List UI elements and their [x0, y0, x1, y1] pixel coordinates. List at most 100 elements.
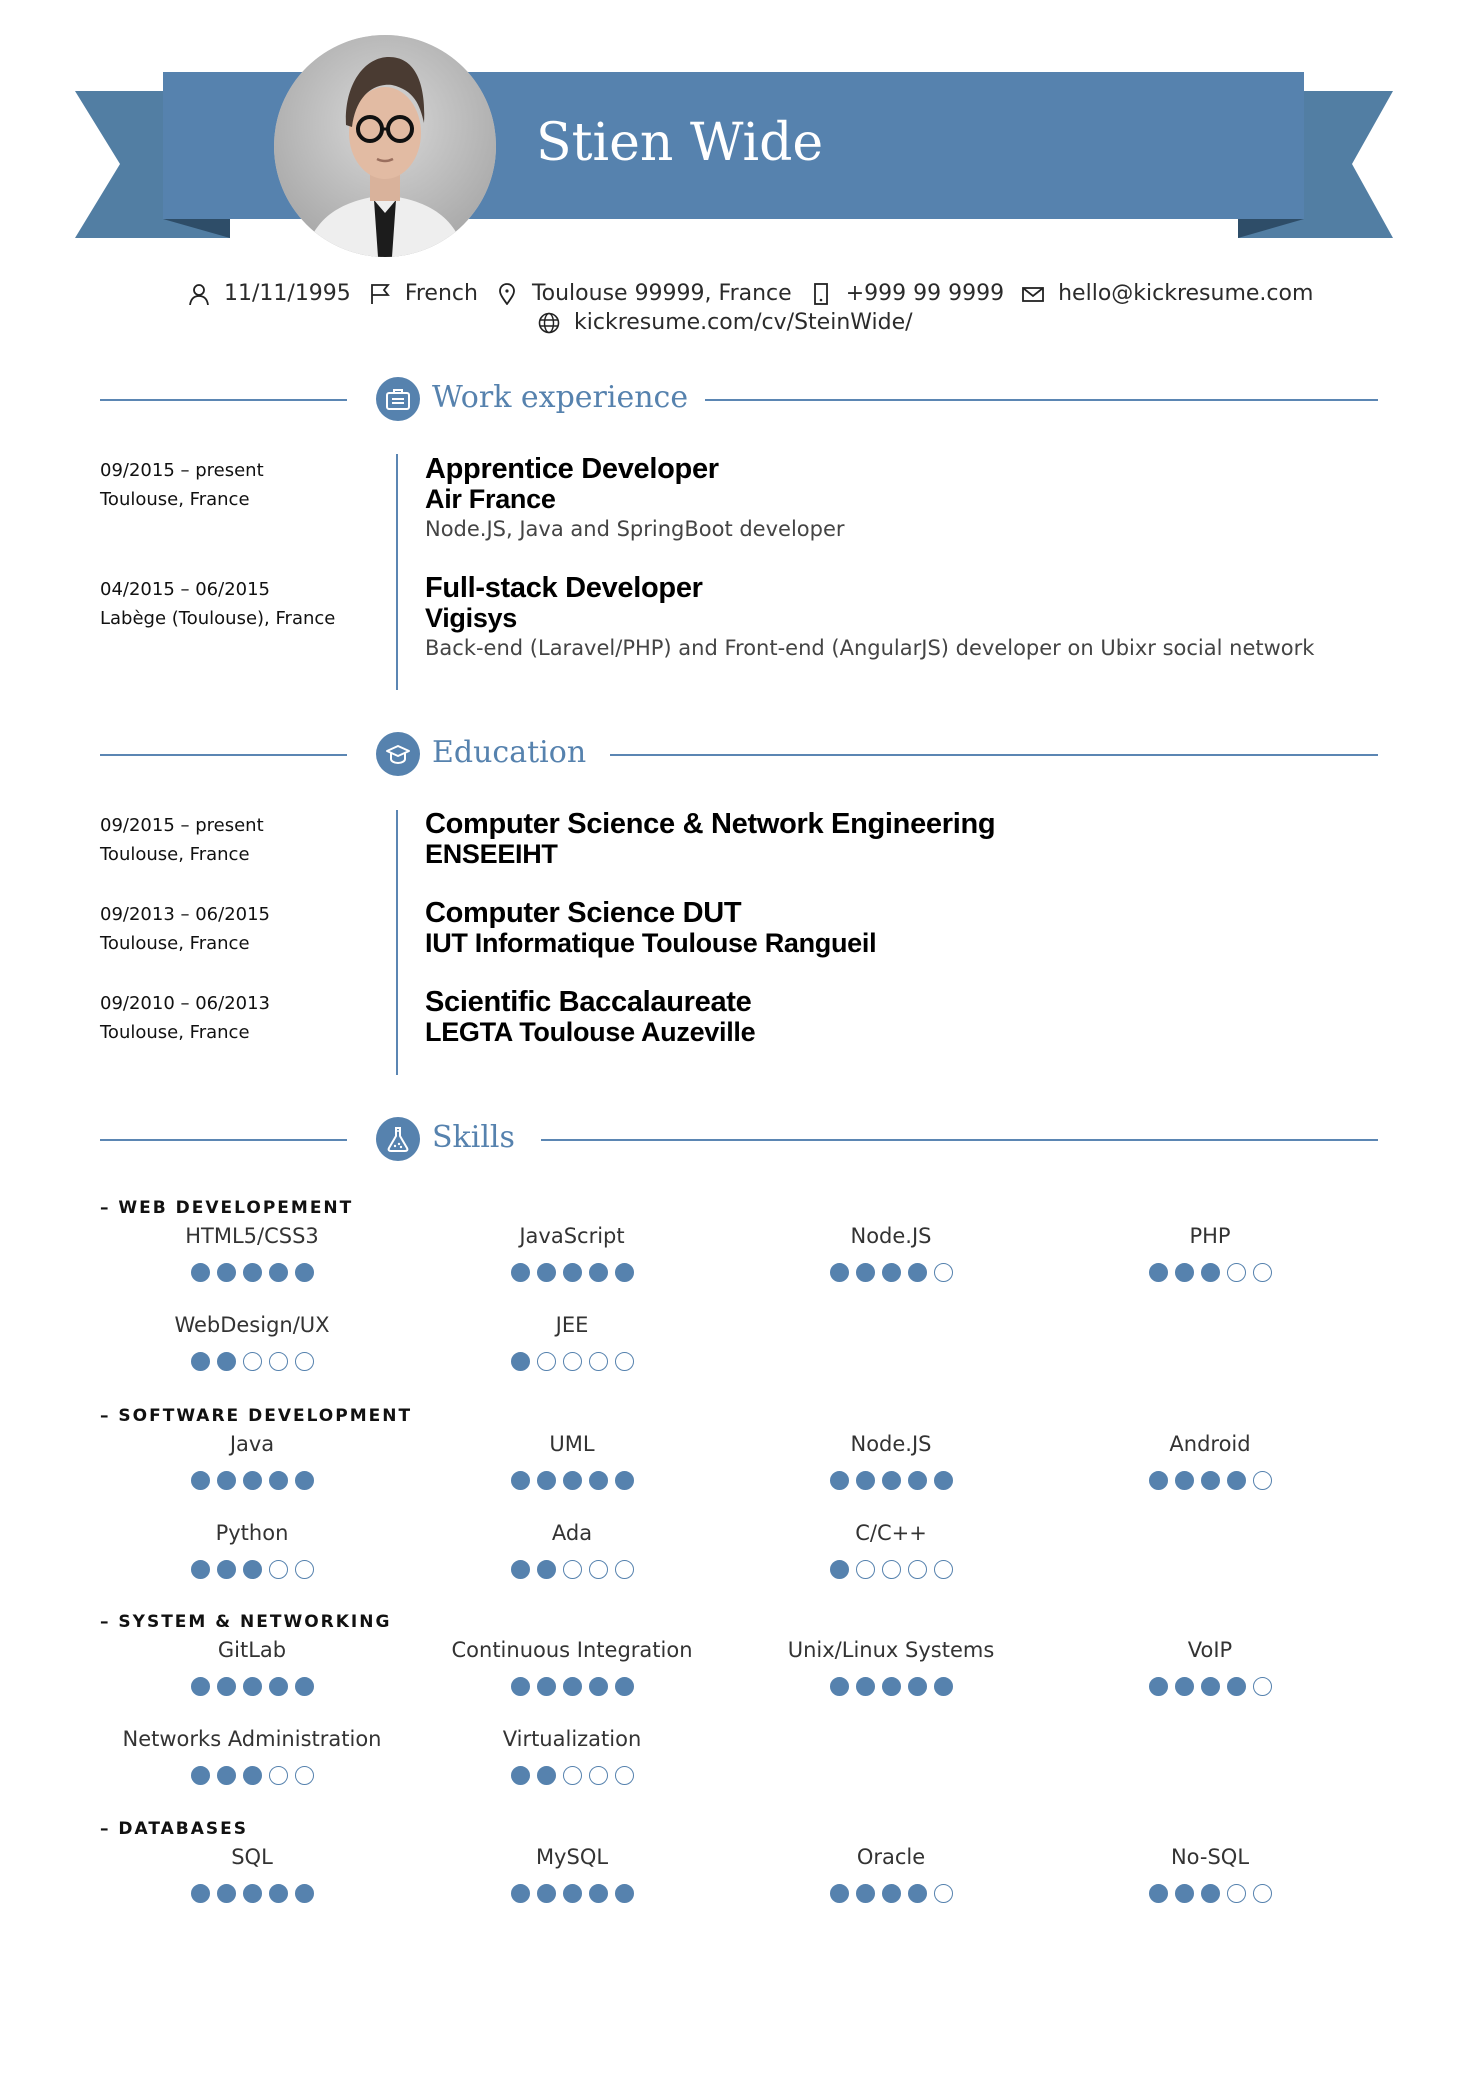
skill-item: UML — [422, 1431, 722, 1490]
rating-dot-filled — [294, 1884, 314, 1903]
skill-name: WebDesign/UX — [174, 1313, 330, 1337]
skill-rating — [741, 1471, 1041, 1490]
rating-dot-empty — [907, 1560, 927, 1579]
skill-item: No-SQL — [1060, 1844, 1360, 1903]
rating-dot-filled — [242, 1471, 262, 1490]
rating-dot-empty — [1252, 1884, 1272, 1903]
skill-item: Java — [102, 1431, 402, 1490]
skill-name: No-SQL — [1170, 1845, 1250, 1869]
work-section-title: Work experience — [432, 380, 689, 415]
skill-rating — [102, 1560, 402, 1579]
rating-dot-filled — [242, 1677, 262, 1696]
skill-rating — [422, 1884, 722, 1903]
skill-item: Node.JS — [741, 1223, 1041, 1282]
rating-dot-filled — [881, 1677, 901, 1696]
degree-title: Computer Science & Network Engineering — [425, 808, 996, 840]
rating-dot-filled — [242, 1884, 262, 1903]
skill-category-label: – WEB DEVELOPEMENT — [100, 1198, 354, 1218]
rating-dot-filled — [268, 1677, 288, 1696]
rating-dot-filled — [881, 1884, 901, 1903]
skill-item: Networks Administration — [102, 1726, 402, 1785]
rating-dot-filled — [190, 1677, 210, 1696]
skill-item: Virtualization — [422, 1726, 722, 1785]
contact-line-1: 11/11/1995 French Toulouse 99999, France… — [188, 280, 1331, 308]
skill-rating — [1060, 1677, 1360, 1696]
rating-dot-filled — [1148, 1677, 1168, 1696]
rating-dot-filled — [190, 1766, 210, 1785]
rating-dot-empty — [294, 1766, 314, 1785]
rating-dot-filled — [1174, 1471, 1194, 1490]
skill-item: Oracle — [741, 1844, 1041, 1903]
contact-website: kickresume.com/cv/SteinWide/ — [538, 309, 913, 337]
school-name: LEGTA Toulouse Auzeville — [425, 1017, 756, 1047]
rating-dot-empty — [294, 1560, 314, 1579]
rating-dot-filled — [536, 1560, 556, 1579]
rating-dot-filled — [268, 1471, 288, 1490]
rating-dot-filled — [1200, 1884, 1220, 1903]
rating-dot-filled — [562, 1471, 582, 1490]
rating-dot-filled — [1200, 1471, 1220, 1490]
rating-dot-filled — [190, 1352, 210, 1371]
skill-rating — [422, 1766, 722, 1785]
rating-dot-filled — [907, 1677, 927, 1696]
rating-dot-empty — [1252, 1677, 1272, 1696]
rating-dot-filled — [829, 1263, 849, 1282]
rating-dot-filled — [190, 1884, 210, 1903]
rating-dot-filled — [614, 1263, 634, 1282]
skill-item: JavaScript — [422, 1223, 722, 1282]
rating-dot-filled — [562, 1884, 582, 1903]
envelope-icon — [1022, 287, 1045, 302]
skill-rating — [102, 1471, 402, 1490]
rating-dot-filled — [1200, 1677, 1220, 1696]
skill-rating — [741, 1677, 1041, 1696]
rating-dot-filled — [216, 1471, 236, 1490]
rating-dot-empty — [933, 1884, 953, 1903]
education-entry-location: Toulouse, France — [100, 844, 250, 865]
skills-header-rule-right — [541, 1139, 1378, 1141]
location-pin-icon — [499, 283, 515, 305]
skill-rating — [741, 1884, 1041, 1903]
website-link[interactable]: kickresume.com/cv/SteinWide/ — [574, 309, 913, 337]
skill-name: PHP — [1189, 1224, 1231, 1248]
work-entry-1-meta: 09/2015 – present Toulouse, France — [100, 456, 264, 514]
education-entry-location: Toulouse, France — [100, 1022, 250, 1043]
rating-dot-empty — [881, 1560, 901, 1579]
rating-dot-filled — [1174, 1263, 1194, 1282]
skill-rating — [102, 1884, 402, 1903]
rating-dot-filled — [907, 1884, 927, 1903]
work-entry-location: Toulouse, France — [100, 489, 250, 510]
rating-dot-empty — [614, 1560, 634, 1579]
rating-dot-filled — [1200, 1263, 1220, 1282]
skill-rating — [422, 1560, 722, 1579]
profile-photo — [274, 35, 496, 257]
rating-dot-filled — [907, 1471, 927, 1490]
rating-dot-empty — [268, 1352, 288, 1371]
rating-dot-filled — [562, 1263, 582, 1282]
education-header-rule-left — [100, 754, 347, 756]
skill-item: VoIP — [1060, 1637, 1360, 1696]
skill-item: Unix/Linux Systems — [741, 1637, 1041, 1696]
rating-dot-filled — [933, 1471, 953, 1490]
phone-text: +999 99 9999 — [845, 281, 1005, 306]
skill-name: Networks Administration — [122, 1727, 382, 1751]
skill-name: Virtualization — [502, 1727, 642, 1751]
rating-dot-filled — [614, 1884, 634, 1903]
skill-name: Node.JS — [850, 1224, 932, 1248]
education-entry-2-meta: 09/2013 – 06/2015 Toulouse, France — [100, 900, 270, 958]
education-header-rule-right — [610, 754, 1378, 756]
skill-name: Python — [215, 1521, 289, 1545]
job-title: Apprentice Developer — [425, 453, 719, 485]
skill-category-label: – SOFTWARE DEVELOPMENT — [100, 1406, 413, 1426]
rating-dot-filled — [216, 1677, 236, 1696]
skill-name: Ada — [551, 1521, 593, 1545]
rating-dot-filled — [829, 1677, 849, 1696]
nationality-text: French — [404, 281, 478, 306]
skill-item: HTML5/CSS3 — [102, 1223, 402, 1282]
rating-dot-filled — [510, 1352, 530, 1371]
skill-name: UML — [549, 1432, 595, 1456]
skill-name: SQL — [231, 1845, 273, 1869]
email-text[interactable]: hello@kickresume.com — [1058, 280, 1313, 308]
skill-name: Node.JS — [850, 1432, 932, 1456]
flag-icon — [370, 284, 390, 304]
rating-dot-filled — [933, 1677, 953, 1696]
